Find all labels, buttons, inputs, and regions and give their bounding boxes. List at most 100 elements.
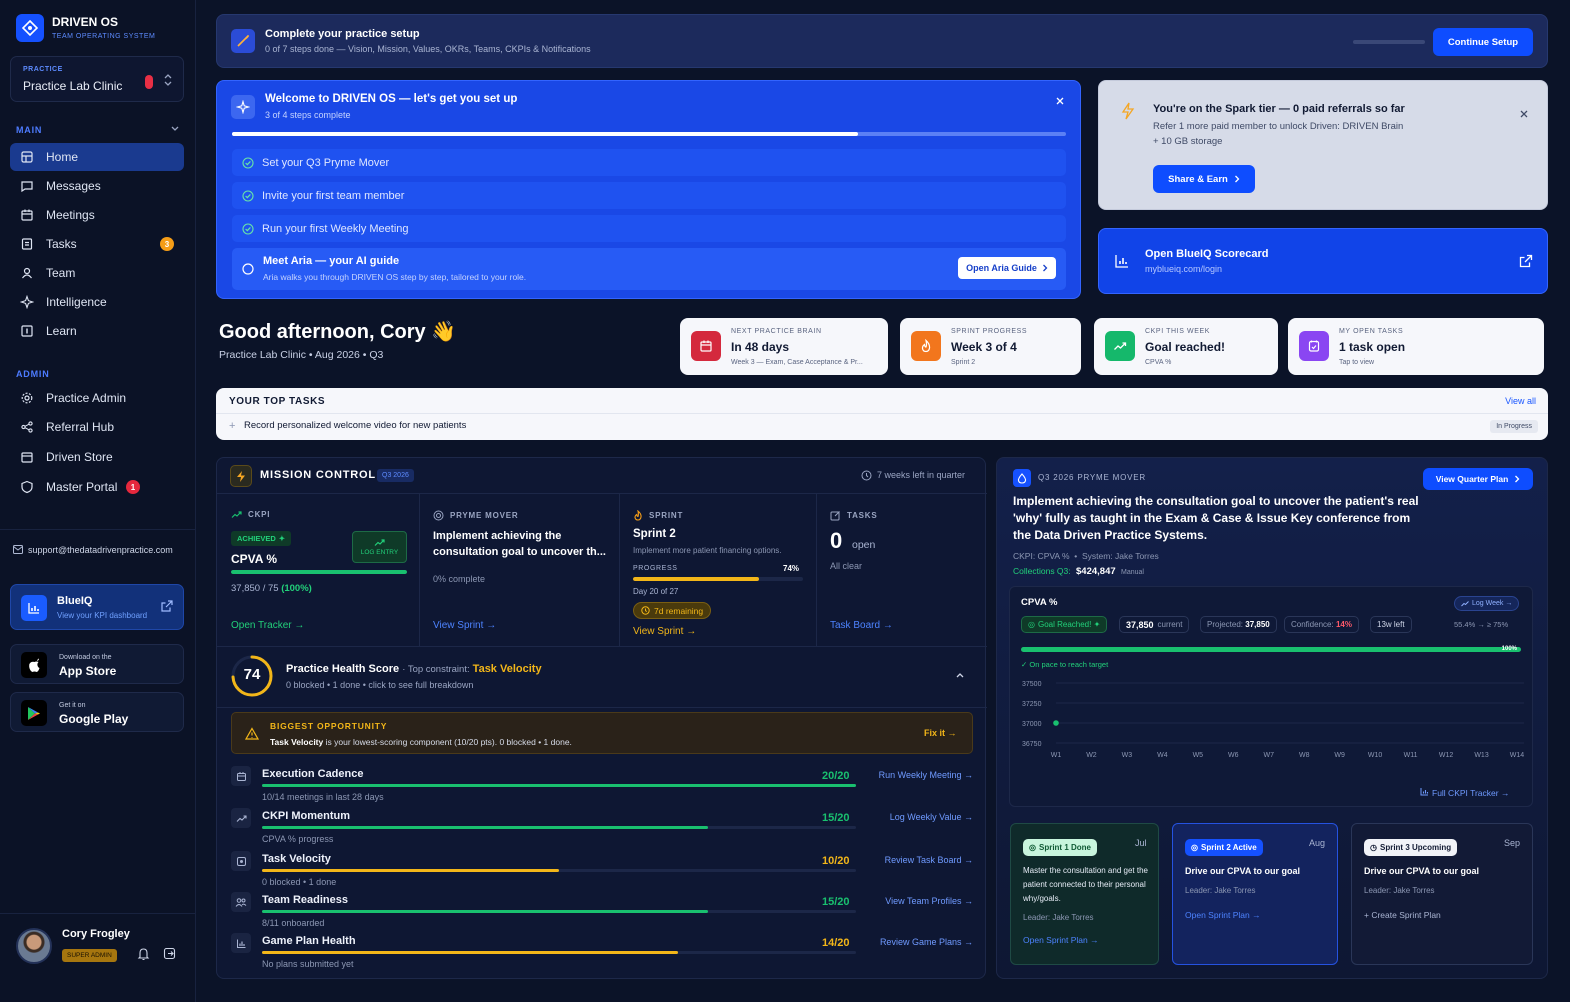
chevron-down-icon[interactable]: [170, 125, 180, 133]
setup-step-2[interactable]: Invite your first team member: [232, 182, 1066, 209]
trend-icon: [231, 511, 242, 518]
cpva-trend: 55.4% → ≥ 75%: [1454, 620, 1509, 629]
close-icon[interactable]: [1519, 109, 1529, 119]
health-row-action[interactable]: Review Task Board →: [885, 855, 973, 865]
stat-card-sprint-progress[interactable]: SPRINT PROGRESS Week 3 of 4 Sprint 2: [900, 318, 1081, 375]
health-row-sub: CPVA % progress: [262, 834, 334, 844]
fix-it-link[interactable]: Fix it →: [924, 728, 957, 738]
blueiq-scorecard-card[interactable]: Open BlueIQ Scorecard myblueiq.com/login: [1098, 228, 1548, 294]
mission-control-panel: MISSION CONTROL Q3 2026 7 weeks left in …: [216, 457, 987, 979]
view-sprint-link[interactable]: View Sprint →: [433, 620, 496, 631]
stat-card-ckpi-this-week[interactable]: CKPI THIS WEEK Goal reached! CPVA %: [1094, 318, 1278, 375]
nav-home[interactable]: Home: [10, 143, 184, 171]
log-week-button[interactable]: Log Week →: [1454, 596, 1520, 611]
health-row-title: Team Readiness: [262, 894, 349, 906]
avatar[interactable]: [16, 928, 52, 964]
task-board-link[interactable]: Task Board →: [830, 620, 893, 631]
team-icon: [231, 892, 251, 912]
stat-card-my-open-tasks[interactable]: MY OPEN TASKS 1 task open Tap to view: [1288, 318, 1544, 375]
x-tick-label: W11: [1404, 752, 1418, 759]
view-quarter-plan-button[interactable]: View Quarter Plan: [1423, 468, 1533, 490]
practice-switcher[interactable]: PRACTICE Practice Lab Clinic: [10, 56, 184, 102]
view-sprint-label: View Sprint: [433, 620, 484, 631]
health-title-row: Practice Health Score · Top constraint: …: [286, 663, 542, 675]
team-icon: [22, 267, 32, 279]
sprint-progress-label: PROGRESS: [633, 565, 678, 572]
practice-label: PRACTICE: [23, 66, 63, 73]
nav-driven-store[interactable]: Driven Store: [10, 443, 184, 471]
clock-icon: [641, 606, 650, 615]
health-score-header[interactable]: 74 Practice Health Score · Top constrain…: [217, 647, 987, 707]
blueiq-link[interactable]: BlueIQ View your KPI dashboard: [10, 584, 184, 630]
health-row-ckpi-momentum: CKPI Momentum CPVA % progress 15/20 Log …: [231, 808, 973, 848]
continue-setup-button[interactable]: Continue Setup: [1433, 28, 1533, 56]
open-tracker-link[interactable]: Open Tracker →: [231, 620, 304, 631]
nav-practice-admin[interactable]: Practice Admin: [10, 384, 184, 412]
support-email[interactable]: support@thedatadrivenpractice.com: [28, 545, 173, 555]
clock-icon: [861, 470, 872, 481]
nav-meetings[interactable]: Meetings: [10, 201, 184, 229]
sprint-link-label: + Create Sprint Plan: [1364, 910, 1441, 920]
sprint-link[interactable]: + Create Sprint Plan: [1364, 910, 1441, 920]
sidebar-divider: [0, 529, 196, 530]
task-row[interactable]: + Record personalized welcome video for …: [216, 414, 1548, 440]
log-entry-button[interactable]: LOG ENTRY: [352, 531, 407, 563]
arrow-right-icon: →: [486, 620, 497, 631]
nav-learn[interactable]: Learn: [10, 317, 184, 345]
aria-step[interactable]: Meet Aria — your AI guide Aria walks you…: [232, 248, 1066, 290]
ckpi-label: CKPI: [248, 510, 271, 519]
full-ckpi-tracker-link[interactable]: Full CKPI Tracker →: [1420, 787, 1509, 798]
spark-line-1: Refer 1 more paid member to unlock Drive…: [1153, 121, 1404, 132]
sprint-text: Drive our CPVA to our goal: [1185, 866, 1301, 876]
nav-team[interactable]: Team: [10, 259, 184, 287]
sprint-view-link[interactable]: View Sprint →: [633, 626, 696, 637]
health-row-sub: 10/14 meetings in last 28 days: [262, 792, 384, 802]
health-row-action[interactable]: Review Game Plans →: [880, 937, 973, 947]
health-row-action[interactable]: View Team Profiles →: [885, 896, 973, 906]
check-circle-icon: ◎: [1028, 620, 1035, 629]
empty-circle-icon: [242, 263, 254, 275]
nav-referral-hub[interactable]: Referral Hub: [10, 413, 184, 441]
task-icon: [231, 851, 251, 871]
sprint-leader: Leader: Jake Torres: [1185, 886, 1256, 895]
setup-step-3[interactable]: Run your first Weekly Meeting: [232, 215, 1066, 242]
arrow-right-icon: →: [686, 626, 697, 637]
pryme-panel-label: Q3 2026 PRYME MOVER: [1038, 473, 1146, 482]
sprint-badge-label: Sprint 2 Active: [1200, 843, 1257, 852]
data-point[interactable]: [1053, 720, 1059, 726]
nav-intelligence[interactable]: Intelligence: [10, 288, 184, 316]
app-store-button[interactable]: Download on the App Store: [10, 644, 184, 684]
view-all-link[interactable]: View all: [1505, 396, 1536, 406]
stat-card-next-practice-brain[interactable]: NEXT PRACTICE BRAIN In 48 days Week 3 — …: [680, 318, 888, 375]
sprint-link[interactable]: Open Sprint Plan →: [1023, 935, 1099, 945]
quarter-badge: Q3 2026: [377, 469, 414, 482]
sprint-link[interactable]: Open Sprint Plan →: [1185, 910, 1261, 920]
health-title: Practice Health Score: [286, 663, 400, 675]
nav-master-portal[interactable]: Master Portal 1: [10, 473, 184, 501]
setup-step-1[interactable]: Set your Q3 Pryme Mover: [232, 149, 1066, 176]
nav-tasks[interactable]: Tasks 3: [10, 230, 184, 258]
logout-icon[interactable]: [163, 947, 176, 960]
nav-messages[interactable]: Messages: [10, 172, 184, 200]
open-aria-guide-button[interactable]: Open Aria Guide: [958, 257, 1056, 279]
sprint-leader: Leader: Jake Torres: [1023, 913, 1094, 922]
shield-icon: [21, 480, 33, 494]
step-label: Invite your first team member: [262, 189, 405, 202]
pryme-panel-text: Implement achieving the consultation goa…: [1013, 494, 1419, 542]
health-row-action[interactable]: Log Weekly Value →: [890, 812, 973, 822]
task-icon: [1308, 340, 1320, 352]
tasks-icon: [21, 238, 33, 250]
brand-logo[interactable]: [16, 14, 44, 42]
sprint-month: Sep: [1504, 838, 1521, 848]
current-value: 37,850: [1126, 619, 1154, 630]
projected-value: 37,850: [1245, 620, 1270, 629]
google-play-small: Get it on: [59, 702, 86, 709]
bell-icon[interactable]: [137, 947, 150, 961]
ckpi-progress-track: [231, 570, 407, 574]
close-icon[interactable]: [1055, 96, 1065, 106]
health-row-action[interactable]: Run Weekly Meeting →: [879, 770, 973, 780]
google-play-button[interactable]: Get it on Google Play: [10, 692, 184, 732]
step-label: Set your Q3 Pryme Mover: [262, 156, 390, 169]
weeks-left: 7 weeks left in quarter: [877, 470, 966, 480]
share-earn-button[interactable]: Share & Earn: [1153, 165, 1255, 193]
